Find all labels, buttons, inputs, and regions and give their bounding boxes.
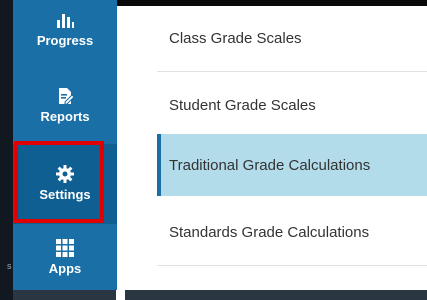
menu-item-standards-grade-calculations[interactable]: Standards Grade Calculations — [157, 200, 427, 266]
sidebar-item-progress[interactable]: Progress — [13, 0, 117, 68]
menu-item-student-grade-scales[interactable]: Student Grade Scales — [157, 72, 427, 138]
settings-menu-panel: Class Grade Scales Student Grade Scales … — [117, 6, 427, 290]
bottom-bar — [13, 290, 427, 300]
settings-highlight-box — [14, 141, 104, 223]
grid-icon — [55, 238, 75, 258]
sidebar-item-apps[interactable]: Apps — [13, 230, 117, 290]
document-edit-icon — [55, 86, 75, 106]
menu-item-traditional-grade-calculations[interactable]: Traditional Grade Calculations — [157, 134, 427, 196]
menu-item-label: Student Grade Scales — [169, 96, 316, 114]
bottom-bar-gap — [116, 290, 125, 300]
menu-item-label: Class Grade Scales — [169, 30, 302, 47]
menu-item-class-grade-scales[interactable]: Class Grade Scales — [157, 6, 427, 72]
left-edge-panel: s — [0, 0, 13, 300]
left-edge-text: s — [7, 261, 12, 271]
menu-item-label: Standards Grade Calculations — [169, 224, 370, 241]
chart-bar-icon — [55, 10, 75, 30]
sidebar-item-reports[interactable]: Reports — [13, 76, 117, 138]
sidebar-item-label: Reports — [40, 109, 90, 124]
sidebar-item-label: Apps — [48, 261, 82, 276]
sidebar-item-label: Progress — [36, 33, 94, 48]
menu-item-label: Traditional Grade Calculations — [169, 156, 371, 174]
